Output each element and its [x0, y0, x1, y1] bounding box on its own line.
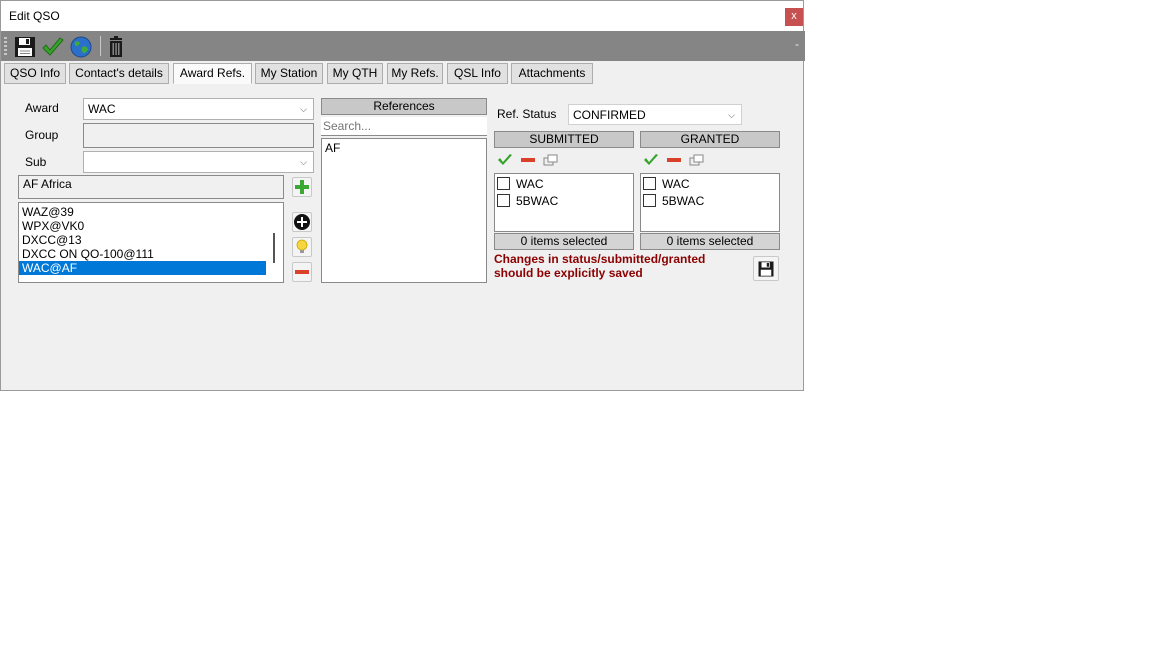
check-icon[interactable]	[643, 153, 659, 167]
selected-ref-value: AF Africa	[23, 177, 72, 191]
remove-ref-button[interactable]	[292, 262, 312, 282]
lightbulb-button[interactable]	[292, 237, 312, 257]
selected-ref-field: AF Africa	[18, 175, 284, 199]
globe-icon[interactable]	[69, 35, 93, 59]
save-status-button[interactable]	[753, 256, 779, 281]
tab-my-station[interactable]: My Station	[255, 63, 323, 84]
tab-contacts-details[interactable]: Contact's details	[69, 63, 169, 84]
plus-icon	[295, 180, 309, 194]
references-header: References	[321, 98, 487, 115]
chevron-down-icon: ⌵	[300, 157, 307, 167]
granted-toolbar	[640, 150, 780, 169]
toolbar-separator	[100, 36, 101, 56]
checkbox[interactable]	[643, 194, 656, 207]
list-item[interactable]: WAC	[641, 175, 779, 192]
title-bar: Edit QSO x	[1, 1, 803, 31]
list-item[interactable]: WPX@VK0	[19, 219, 266, 233]
save-icon	[758, 261, 774, 277]
chevron-down-icon: ⌵	[728, 110, 735, 120]
save-icon[interactable]	[13, 35, 37, 59]
toolbar: -	[1, 31, 805, 61]
warning-line-1: Changes in status/submitted/granted	[494, 252, 706, 266]
group-label: Group	[25, 128, 59, 142]
granted-list[interactable]: WAC 5BWAC	[640, 173, 780, 232]
list-item[interactable]: 5BWAC	[495, 192, 633, 209]
toolbar-grip[interactable]	[4, 37, 7, 57]
award-value: WAC	[88, 102, 116, 116]
ref-status-value: CONFIRMED	[573, 108, 646, 122]
award-label: Award	[25, 101, 59, 115]
add-circle-button[interactable]	[292, 212, 312, 232]
tab-attachments[interactable]: Attachments	[511, 63, 593, 84]
windows-icon[interactable]	[689, 154, 705, 166]
windows-icon[interactable]	[543, 154, 559, 166]
submitted-count: 0 items selected	[494, 233, 634, 250]
tab-my-qth[interactable]: My QTH	[327, 63, 383, 84]
window-title: Edit QSO	[9, 9, 60, 23]
check-icon[interactable]	[497, 153, 513, 167]
tab-qsl-info[interactable]: QSL Info	[447, 63, 508, 84]
sub-select[interactable]: ⌵	[83, 151, 314, 173]
lightbulb-icon	[296, 239, 308, 253]
award-refs-list[interactable]: WAZ@39 WPX@VK0 DXCC@13 DXCC ON QO-100@11…	[18, 202, 284, 283]
submitted-list[interactable]: WAC 5BWAC	[494, 173, 634, 232]
list-item[interactable]: AF	[322, 141, 486, 155]
list-item-selected[interactable]: WAC@AF	[19, 261, 266, 275]
list-item[interactable]: 5BWAC	[641, 192, 779, 209]
tab-award-refs[interactable]: Award Refs.	[173, 63, 252, 84]
checkbox[interactable]	[497, 177, 510, 190]
group-field	[83, 123, 314, 148]
tab-my-refs[interactable]: My Refs.	[387, 63, 443, 84]
edit-qso-window: Edit QSO x - QSO Info Contact's details …	[0, 0, 805, 391]
trash-icon[interactable]	[104, 35, 128, 59]
list-item[interactable]: WAC	[495, 175, 633, 192]
award-select[interactable]: WAC ⌵	[83, 98, 314, 120]
list-scrollbar[interactable]	[273, 233, 275, 263]
minus-icon	[295, 270, 309, 274]
tab-qso-info[interactable]: QSO Info	[4, 63, 66, 84]
add-circle-icon	[294, 214, 310, 230]
granted-item-label: 5BWAC	[662, 193, 705, 208]
submitted-toolbar	[494, 150, 634, 169]
submitted-header: SUBMITTED	[494, 131, 634, 148]
list-item[interactable]: DXCC ON QO-100@111	[19, 247, 266, 261]
ref-status-label: Ref. Status	[497, 107, 557, 121]
checkbox[interactable]	[497, 194, 510, 207]
warning-line-2: should be explicitly saved	[494, 266, 643, 280]
toolbar-minimize[interactable]: -	[795, 37, 799, 51]
chevron-down-icon: ⌵	[300, 104, 307, 114]
granted-header: GRANTED	[640, 131, 780, 148]
sub-label: Sub	[25, 155, 47, 169]
list-item[interactable]: WAZ@39	[19, 205, 266, 219]
submitted-item-label: 5BWAC	[516, 193, 559, 208]
minus-icon[interactable]	[666, 154, 682, 166]
add-ref-button[interactable]	[292, 177, 312, 197]
list-item[interactable]: DXCC@13	[19, 233, 266, 247]
checkbox[interactable]	[643, 177, 656, 190]
close-button[interactable]: x	[785, 8, 803, 26]
submitted-item-label: WAC	[516, 176, 544, 191]
references-search-input[interactable]	[321, 117, 487, 136]
save-warning: Changes in status/submitted/granted shou…	[494, 252, 744, 280]
check-icon[interactable]	[41, 35, 65, 59]
granted-count: 0 items selected	[640, 233, 780, 250]
references-list[interactable]: AF	[321, 138, 487, 283]
minus-icon[interactable]	[520, 154, 536, 166]
ref-status-select[interactable]: CONFIRMED ⌵	[568, 104, 742, 125]
granted-item-label: WAC	[662, 176, 690, 191]
